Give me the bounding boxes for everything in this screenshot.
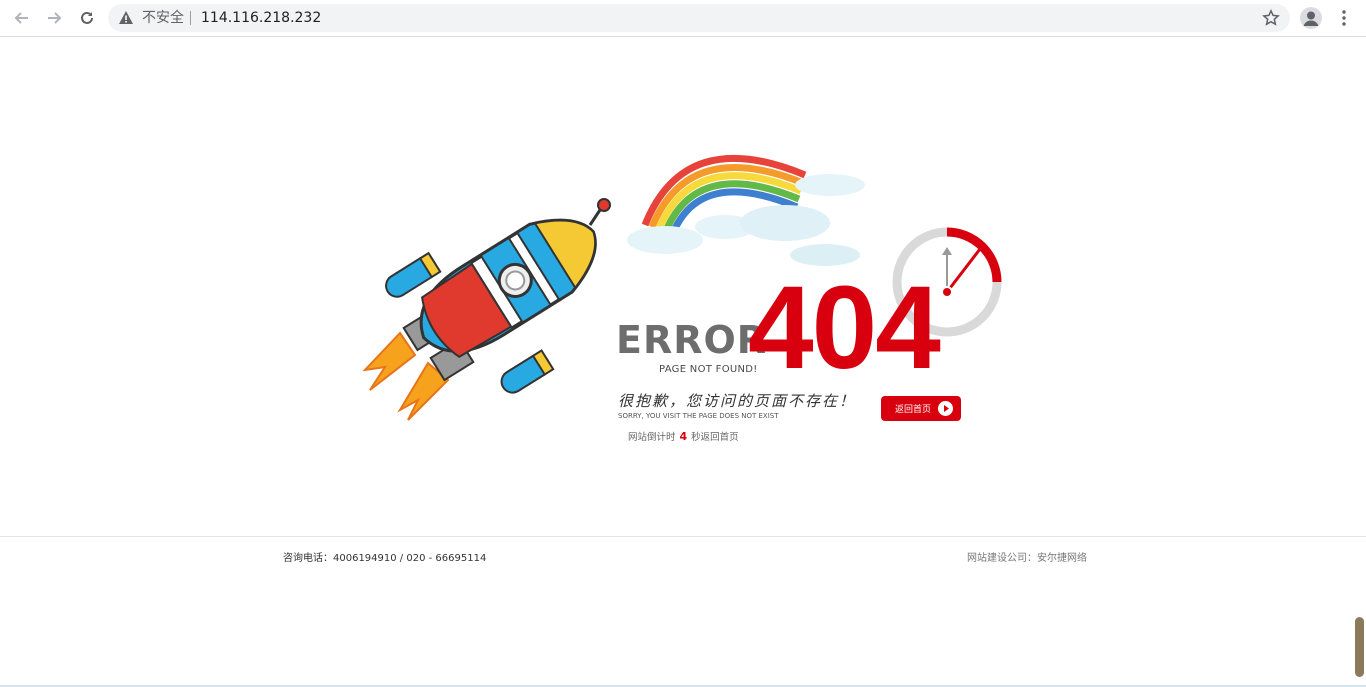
- omnibox-divider: [190, 11, 191, 25]
- back-icon[interactable]: [10, 6, 34, 30]
- sorry-message-en: SORRY, YOU VISIT THE PAGE DOES NOT EXIST: [618, 412, 779, 420]
- reload-icon[interactable]: [75, 6, 99, 30]
- url-text[interactable]: 114.116.218.232: [201, 9, 321, 27]
- page-footer: 咨询电话：4006194910 / 020 - 66695114 网站建设公司：…: [0, 536, 1366, 687]
- contact-phone: 咨询电话：4006194910 / 020 - 66695114: [283, 553, 487, 564]
- forward-icon[interactable]: [42, 6, 66, 30]
- sorry-message-cn: 很抱歉，您访问的页面不存在！: [618, 392, 857, 410]
- countdown-text: 网站倒计时 4 秒返回首页: [628, 429, 739, 443]
- error-word: ERROR: [616, 318, 768, 362]
- countdown-prefix: 网站倒计时: [628, 432, 676, 443]
- error-page: [0, 37, 1366, 536]
- rainbow-illustration: [627, 154, 865, 266]
- star-icon[interactable]: [1262, 9, 1280, 27]
- browser-toolbar: 不安全 114.116.218.232: [0, 0, 1366, 37]
- scrollbar-thumb[interactable]: [1355, 617, 1364, 677]
- builder-credit[interactable]: 网站建设公司：安尔捷网络: [967, 549, 1087, 564]
- back-home-button[interactable]: 返回首页: [881, 396, 961, 421]
- countdown-suffix: 秒返回首页: [691, 432, 739, 443]
- page-not-found-text: PAGE NOT FOUND!: [659, 364, 758, 375]
- rocket-illustration: [362, 198, 611, 421]
- security-label[interactable]: 不安全: [142, 9, 184, 27]
- address-bar[interactable]: 不安全 114.116.218.232: [108, 4, 1290, 32]
- account-icon[interactable]: [1300, 7, 1322, 29]
- play-arrow-icon: [938, 401, 953, 416]
- back-home-label: 返回首页: [895, 405, 932, 415]
- countdown-seconds: 4: [679, 430, 688, 443]
- error-code: 404: [748, 262, 941, 394]
- warning-icon[interactable]: [118, 10, 134, 26]
- menu-icon[interactable]: [1336, 8, 1352, 28]
